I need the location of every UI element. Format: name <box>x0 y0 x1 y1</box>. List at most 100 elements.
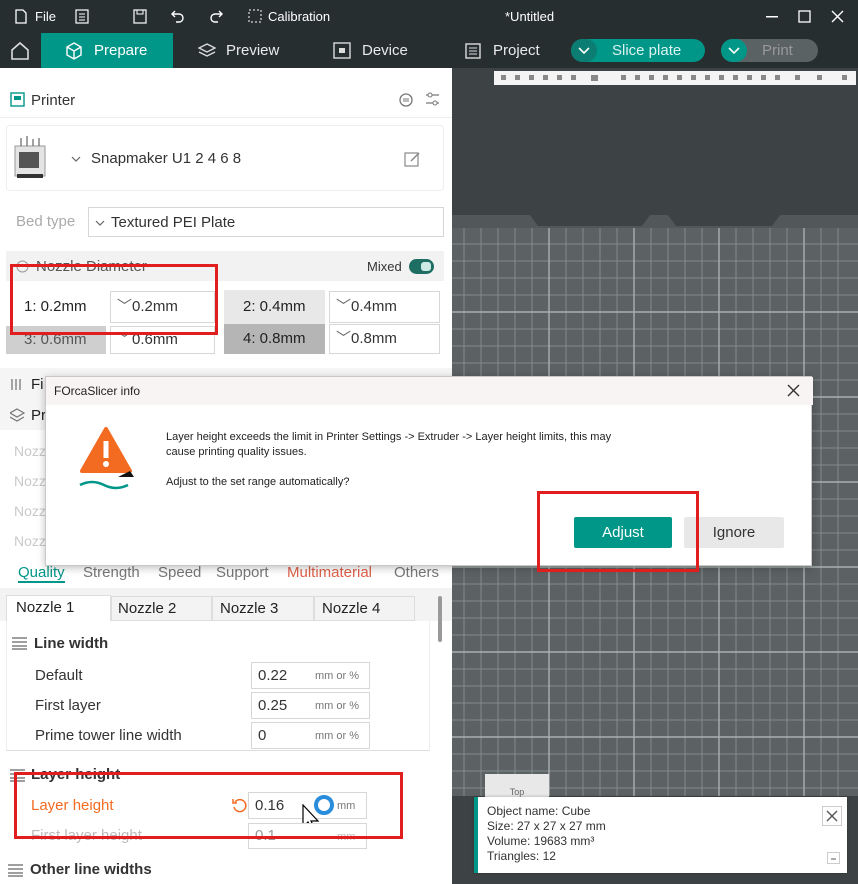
minus-icon <box>831 858 836 860</box>
nozzle-2-select[interactable]: ﹀0.4mm <box>329 291 440 323</box>
object-triangles: Triangles: 12 <box>487 849 556 863</box>
process-section-title: Pr <box>31 407 46 424</box>
file-icon[interactable] <box>15 9 27 24</box>
nozzle-icon <box>16 260 29 273</box>
tab-prepare[interactable]: Prepare <box>41 33 173 68</box>
printer-section-header: Printer <box>0 82 452 118</box>
device-icon <box>333 42 351 59</box>
main-tab-bar: Prepare Preview Device Project Slice pla… <box>0 33 858 68</box>
printer-section-title: Printer <box>31 92 76 109</box>
bed-type-label: Bed type <box>16 213 76 230</box>
info-close-button[interactable] <box>822 806 842 826</box>
info-dialog: FOrcaSlicer info Layer height exceeds th… <box>45 376 813 566</box>
tab-device[interactable]: Device <box>332 33 432 68</box>
nozzle-1-select[interactable]: ﹀0.2mm <box>110 291 215 323</box>
info-collapse-button[interactable] <box>827 852 840 864</box>
tab-speed[interactable]: Speed <box>158 564 201 581</box>
first-layer-height-input[interactable]: 0.1 mm <box>248 823 367 849</box>
line-width-default-label: Default <box>35 667 83 684</box>
print-button[interactable]: Print <box>721 39 818 62</box>
line-width-first-layer-label: First layer <box>35 697 101 714</box>
redo-icon[interactable] <box>208 8 224 24</box>
warning-icon <box>79 427 134 490</box>
view-cube-top[interactable]: Top <box>485 774 549 798</box>
calibration-icon[interactable] <box>248 9 262 23</box>
hidden-nozzle-row: Nozz <box>14 533 46 549</box>
nozzle-tab-1[interactable]: Nozzle 1 <box>6 595 111 621</box>
object-info-panel: Object name: Cube Size: 27 x 27 x 27 mm … <box>474 797 847 873</box>
layers-icon <box>198 43 216 57</box>
layer-height-title: Layer height <box>31 766 121 783</box>
minimize-icon[interactable] <box>766 16 778 18</box>
layer-height-label: Layer height <box>31 797 114 814</box>
cube-icon <box>66 42 82 60</box>
reset-icon[interactable] <box>232 798 247 813</box>
tab-others[interactable]: Others <box>394 564 439 581</box>
scrollbar[interactable] <box>438 596 442 642</box>
chevron-down-icon[interactable] <box>71 156 81 163</box>
printer-model[interactable]: Snapmaker U1 2 4 6 8 <box>91 150 241 167</box>
home-icon[interactable] <box>10 41 30 60</box>
printer-icon <box>10 92 25 107</box>
nozzle-3-select[interactable]: ﹀0.6mm <box>110 326 215 354</box>
nozzle-1-label: 1: 0.2mm <box>6 290 104 324</box>
tab-project[interactable]: Project <box>465 33 565 68</box>
hidden-nozzle-row: Nozz <box>14 473 46 489</box>
slice-plate-button[interactable]: Slice plate <box>571 39 705 62</box>
document-title: *Untitled <box>505 9 555 24</box>
undo-icon[interactable] <box>170 8 186 24</box>
prime-tower-line-width-input[interactable]: 0 mm or % <box>251 722 370 749</box>
nozzle-diameter-label: Nozzle Diameter <box>36 258 147 275</box>
hidden-nozzle-row: Nozz <box>14 503 46 519</box>
tab-strength[interactable]: Strength <box>83 564 140 581</box>
save-icon[interactable] <box>133 9 147 24</box>
nozzle-3-label: 3: 0.6mm <box>6 326 106 354</box>
nozzle-4-select[interactable]: ﹀0.8mm <box>329 324 440 354</box>
nozzle-tab-4[interactable]: Nozzle 4 <box>314 596 415 621</box>
list-icon <box>12 637 27 650</box>
object-name: Object name: Cube <box>487 804 591 818</box>
nozzle-tabs: Nozzle 1 Nozzle 2 Nozzle 3 Nozzle 4 <box>0 588 452 621</box>
list-icon <box>8 864 23 877</box>
chevron-down-icon <box>95 220 105 226</box>
ignore-button[interactable]: Ignore <box>684 517 784 548</box>
mixed-label: Mixed <box>367 259 402 274</box>
project-icon <box>465 43 481 59</box>
calibration-menu[interactable]: Calibration <box>268 9 330 24</box>
printer-card[interactable]: Snapmaker U1 2 4 6 8 <box>6 125 444 191</box>
settings-sliders-icon[interactable] <box>424 91 441 108</box>
list-icon <box>10 769 25 782</box>
object-volume: Volume: 19683 mm³ <box>487 834 595 848</box>
title-bar: File Calibration *Untitled <box>0 0 858 33</box>
line-width-default-input[interactable]: 0.22 mm or % <box>251 662 370 689</box>
menu-icon[interactable] <box>75 9 89 24</box>
file-menu[interactable]: File <box>35 9 56 24</box>
slice-dropdown-icon[interactable] <box>571 39 597 62</box>
edit-icon[interactable] <box>404 150 422 168</box>
tab-support[interactable]: Support <box>216 564 269 581</box>
dialog-close-icon[interactable] <box>787 384 800 397</box>
line-width-title: Line width <box>34 635 109 652</box>
maximize-icon[interactable] <box>798 10 811 23</box>
layers-icon <box>10 408 25 422</box>
tab-multimaterial[interactable]: Multimaterial <box>287 564 372 581</box>
close-icon <box>826 810 838 822</box>
bed-type-select[interactable]: Textured PEI Plate <box>88 207 444 237</box>
nozzle-tab-3[interactable]: Nozzle 3 <box>212 596 314 621</box>
filament-section-title: Fi <box>31 376 44 393</box>
dialog-title: FOrcaSlicer info <box>46 377 813 405</box>
tab-preview[interactable]: Preview <box>195 33 305 68</box>
first-layer-height-label: First layer height <box>31 827 142 844</box>
printer-image <box>14 136 46 178</box>
nozzle-4-label: 4: 0.8mm <box>224 324 325 354</box>
nozzle-diameter-header: Nozzle Diameter Mixed <box>6 251 444 281</box>
adjust-button[interactable]: Adjust <box>574 517 672 548</box>
tab-quality[interactable]: Quality <box>18 564 65 583</box>
sync-icon[interactable] <box>398 92 414 108</box>
filament-icon <box>11 379 21 390</box>
mixed-toggle[interactable] <box>409 259 434 274</box>
close-icon[interactable] <box>831 10 844 23</box>
line-width-first-layer-input[interactable]: 0.25 mm or % <box>251 692 370 719</box>
nozzle-tab-2[interactable]: Nozzle 2 <box>111 596 212 621</box>
print-dropdown-icon[interactable] <box>721 39 747 62</box>
